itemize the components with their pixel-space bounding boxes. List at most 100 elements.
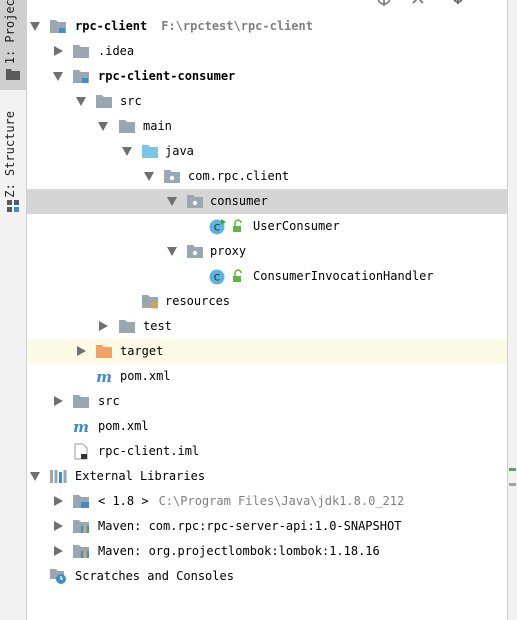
tree-node-external-libraries[interactable]: External Libraries bbox=[27, 464, 507, 489]
svg-text:C: C bbox=[214, 224, 220, 234]
project-tool-tab[interactable]: 1: Project bbox=[0, 0, 26, 90]
tree-node-iml[interactable]: rpc-client.iml bbox=[27, 439, 507, 464]
tool-window-stripe: 1: Project Z: Structure bbox=[0, 0, 27, 620]
expanded-arrow-icon[interactable] bbox=[144, 172, 154, 181]
target-label: target bbox=[120, 344, 164, 358]
maven-file-icon: m bbox=[96, 368, 112, 385]
collapse-all-icon[interactable] bbox=[410, 0, 426, 7]
structure-tool-tab[interactable]: Z: Structure bbox=[0, 100, 26, 220]
collapsed-arrow-icon[interactable] bbox=[54, 46, 63, 56]
tree-node-proxy-package[interactable]: proxy bbox=[27, 239, 507, 264]
package-icon bbox=[187, 245, 203, 258]
folder-icon bbox=[96, 95, 112, 108]
tree-node-invocation-handler[interactable]: C ConsumerInvocationHandler bbox=[27, 264, 507, 289]
tree-node-src-outer[interactable]: src bbox=[27, 389, 507, 414]
tree-node-scratches[interactable]: Scratches and Consoles bbox=[27, 564, 507, 589]
expanded-arrow-icon[interactable] bbox=[30, 472, 40, 481]
expanded-arrow-icon[interactable] bbox=[98, 122, 108, 131]
right-stripe-marker bbox=[509, 468, 516, 471]
jdk-path: C:\Program Files\Java\jdk1.8.0_212 bbox=[158, 494, 405, 508]
tree-node-src[interactable]: src bbox=[27, 89, 507, 114]
folder-icon bbox=[73, 45, 89, 58]
expanded-arrow-icon[interactable] bbox=[53, 72, 63, 81]
project-folder-icon bbox=[6, 69, 20, 80]
library-icon bbox=[50, 470, 67, 483]
locate-icon[interactable] bbox=[376, 0, 392, 6]
project-tab-label: 1: Project bbox=[3, 0, 17, 64]
tree-node-root[interactable]: rpc-client F:\rpctest\rpc-client bbox=[27, 14, 507, 39]
idea-label: .idea bbox=[98, 44, 135, 58]
java-label: java bbox=[165, 144, 194, 158]
tree-node-user-consumer[interactable]: C UserConsumer bbox=[27, 214, 507, 239]
src-outer-label: src bbox=[98, 394, 120, 408]
expanded-arrow-icon[interactable] bbox=[167, 247, 177, 256]
tree-node-jdk[interactable]: < 1.8 > C:\Program Files\Java\jdk1.8.0_21… bbox=[27, 489, 507, 514]
source-folder-icon bbox=[142, 145, 158, 158]
collapsed-arrow-icon[interactable] bbox=[54, 396, 63, 406]
main-label: main bbox=[143, 119, 172, 133]
folder-icon bbox=[73, 395, 89, 408]
right-scroll-stripe bbox=[507, 0, 517, 620]
svg-text:C: C bbox=[214, 274, 220, 284]
svg-text:m: m bbox=[73, 418, 89, 435]
invocation-handler-label: ConsumerInvocationHandler bbox=[253, 269, 434, 283]
tree-node-pom-outer[interactable]: m pom.xml bbox=[27, 414, 507, 439]
collapsed-arrow-icon[interactable] bbox=[54, 496, 63, 506]
folder-icon bbox=[119, 120, 135, 133]
tree-node-idea[interactable]: .idea bbox=[27, 39, 507, 64]
test-label: test bbox=[143, 319, 172, 333]
collapsed-arrow-icon[interactable] bbox=[99, 321, 108, 331]
tree-node-pom-inner[interactable]: m pom.xml bbox=[27, 364, 507, 389]
tree-node-maven-lombok[interactable]: Maven: org.projectlombok:lombok:1.18.16 bbox=[27, 539, 507, 564]
expanded-arrow-icon[interactable] bbox=[30, 22, 40, 31]
tree-node-consumer-package[interactable]: consumer bbox=[27, 189, 507, 214]
src-label: src bbox=[120, 94, 142, 108]
svg-text:m: m bbox=[96, 368, 112, 385]
maven-api-label: Maven: com.rpc:rpc-server-api:1.0-SNAPSH… bbox=[98, 519, 402, 533]
right-stripe-marker bbox=[509, 483, 516, 486]
tree-node-target[interactable]: target bbox=[27, 339, 507, 364]
java-class-runnable-icon: C bbox=[209, 219, 226, 235]
package-icon bbox=[187, 195, 203, 208]
scratches-label: Scratches and Consoles bbox=[75, 569, 234, 583]
module-folder-icon bbox=[50, 20, 66, 33]
scratches-icon bbox=[50, 569, 66, 584]
tree-node-test[interactable]: test bbox=[27, 314, 507, 339]
expanded-arrow-icon[interactable] bbox=[122, 147, 132, 156]
project-tree[interactable]: rpc-client F:\rpctest\rpc-client .idea rp… bbox=[27, 14, 507, 589]
proxy-package-label: proxy bbox=[210, 244, 247, 258]
iml-file-icon bbox=[74, 443, 88, 460]
root-label: rpc-client bbox=[75, 19, 148, 33]
folder-icon bbox=[119, 320, 135, 333]
maven-library-icon bbox=[73, 520, 89, 533]
structure-icon bbox=[7, 200, 19, 212]
collapsed-arrow-icon[interactable] bbox=[77, 346, 86, 356]
jdk-label: < 1.8 > bbox=[98, 494, 149, 508]
java-class-icon: C bbox=[209, 269, 225, 285]
root-path: F:\rpctest\rpc-client bbox=[161, 19, 313, 33]
collapsed-arrow-icon[interactable] bbox=[54, 546, 63, 556]
pom-inner-label: pom.xml bbox=[120, 369, 171, 383]
resources-label: resources bbox=[165, 294, 231, 308]
gear-icon[interactable] bbox=[450, 0, 466, 6]
expanded-arrow-icon[interactable] bbox=[76, 97, 86, 106]
resources-folder-icon bbox=[142, 295, 158, 309]
pom-outer-label: pom.xml bbox=[98, 419, 149, 433]
maven-library-icon bbox=[73, 545, 89, 558]
iml-label: rpc-client.iml bbox=[98, 444, 200, 458]
tree-node-maven-api[interactable]: Maven: com.rpc:rpc-server-api:1.0-SNAPSH… bbox=[27, 514, 507, 539]
tree-node-java[interactable]: java bbox=[27, 139, 507, 164]
external-libraries-label: External Libraries bbox=[75, 469, 206, 483]
tree-node-resources[interactable]: resources bbox=[27, 289, 507, 314]
excluded-folder-icon bbox=[96, 345, 112, 358]
tree-node-main[interactable]: main bbox=[27, 114, 507, 139]
package-label: com.rpc.client bbox=[188, 169, 290, 183]
jdk-folder-icon bbox=[73, 495, 89, 508]
structure-tab-label: Z: Structure bbox=[3, 111, 17, 198]
tree-node-package[interactable]: com.rpc.client bbox=[27, 164, 507, 189]
expanded-arrow-icon[interactable] bbox=[167, 197, 177, 206]
collapsed-arrow-icon[interactable] bbox=[54, 521, 63, 531]
lock-open-icon bbox=[233, 219, 242, 232]
tree-node-consumer-module[interactable]: rpc-client-consumer bbox=[27, 64, 507, 89]
maven-lombok-label: Maven: org.projectlombok:lombok:1.18.16 bbox=[98, 544, 380, 558]
